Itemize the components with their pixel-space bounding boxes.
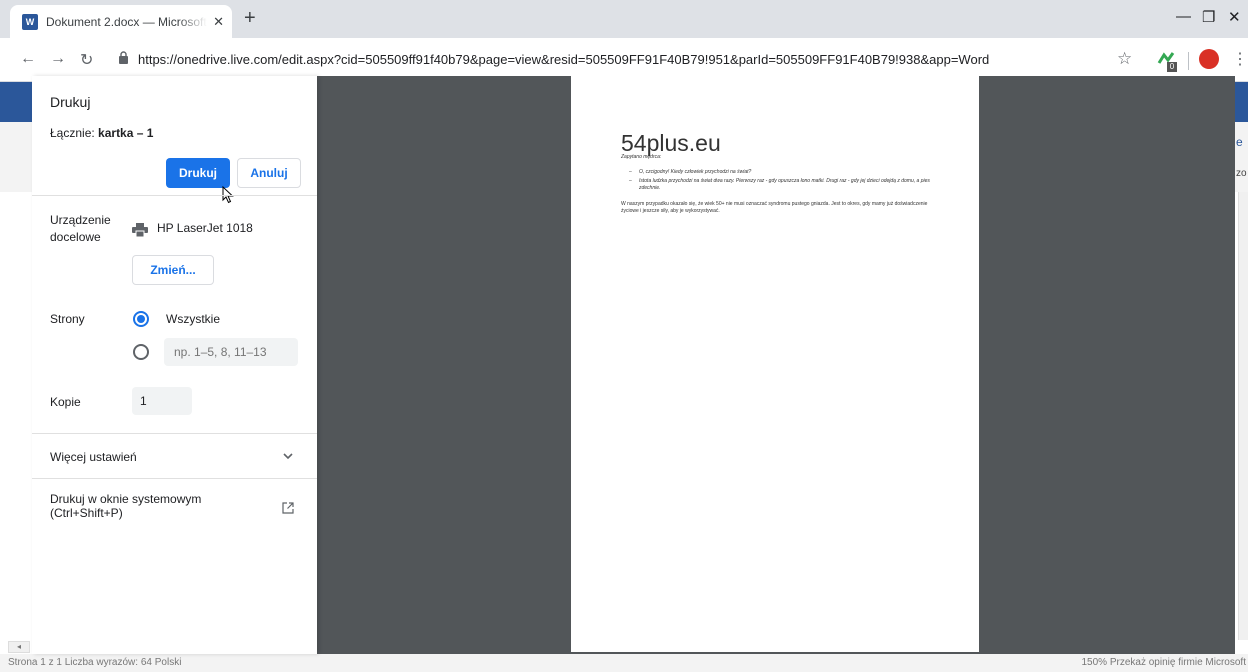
sheet-total: Łącznie: kartka – 1 (50, 126, 153, 140)
pages-all-radio[interactable] (133, 311, 149, 327)
status-right[interactable]: 150% Przekaż opinię firmie Microsoft (1081, 657, 1246, 668)
chevron-down-icon (283, 453, 293, 460)
profile-avatar[interactable] (1199, 49, 1219, 69)
address-bar[interactable]: https://onedrive.live.com/edit.aspx?cid=… (138, 52, 989, 67)
word-favicon-icon: W (22, 13, 38, 30)
printer-icon (132, 223, 148, 237)
document-title: 54plus.eu (621, 130, 721, 156)
document-paragraph: W naszym przypadku okazało się, że wiek … (621, 201, 928, 214)
system-dialog-label: Drukuj w oknie systemowym (Ctrl+Shift+P) (50, 492, 202, 520)
forward-icon[interactable]: → (50, 50, 66, 68)
new-tab-icon[interactable]: + (244, 7, 256, 30)
restore-icon[interactable]: ❐ (1202, 8, 1215, 26)
tab-close-icon[interactable]: ✕ (213, 14, 224, 30)
word-status-bar: Strona 1 z 1 Liczba wyrazów: 64 Polski 1… (0, 654, 1248, 672)
more-settings-label: Więcej ustawień (50, 450, 137, 464)
total-value: kartka – 1 (98, 126, 154, 140)
total-label: Łącznie: (50, 126, 95, 140)
change-printer-button[interactable]: Zmień... (132, 255, 214, 285)
copies-input[interactable] (132, 387, 192, 415)
bookmark-star-icon[interactable]: ☆ (1117, 49, 1132, 69)
pages-label: Strony (50, 312, 85, 326)
copies-label: Kopie (50, 395, 81, 409)
toolbar-fragment-2: zo (1236, 168, 1247, 179)
print-dialog-title: Drukuj (50, 94, 91, 110)
list-item: O, czcigodny! Kiedy człowiek przychodzi … (629, 169, 939, 176)
tab-strip: W Dokument 2.docx — Microsoft W ✕ + — ❐ … (0, 0, 1248, 38)
printer-name: HP LaserJet 1018 (157, 221, 253, 235)
pages-all-label[interactable]: Wszystkie (166, 312, 220, 326)
back-icon[interactable]: ← (20, 50, 36, 68)
list-item: Istota ludzka przychodzi na świat dwa ra… (629, 178, 939, 192)
status-left: Strona 1 z 1 Liczba wyrazów: 64 Polski (8, 657, 182, 668)
destination-label: Urządzenie docelowe (50, 213, 111, 244)
toolbar-separator (1188, 52, 1189, 70)
scroll-left-icon[interactable]: ◂ (8, 641, 30, 653)
extension-badge: 0 (1167, 62, 1177, 72)
print-preview-area: 54plus.eu Zapytano mędrca: O, czcigodny!… (317, 76, 1235, 654)
pages-custom-radio[interactable] (133, 344, 149, 360)
vertical-scrollbar[interactable] (1238, 192, 1248, 640)
tab-title: Dokument 2.docx — Microsoft W (46, 14, 208, 29)
print-settings-panel: Drukuj Łącznie: kartka – 1 Drukuj Anuluj… (32, 76, 317, 654)
open-external-icon (282, 502, 294, 514)
preview-page: 54plus.eu Zapytano mędrca: O, czcigodny!… (571, 76, 979, 652)
cancel-button[interactable]: Anuluj (237, 158, 301, 188)
minimize-icon[interactable]: — (1176, 8, 1191, 25)
pages-custom-input[interactable] (164, 338, 298, 366)
print-button[interactable]: Drukuj (166, 158, 230, 188)
document-subtitle: Zapytano mędrca: (621, 154, 662, 160)
reload-icon[interactable]: ↻ (80, 50, 93, 70)
system-dialog-link[interactable]: Drukuj w oknie systemowym (Ctrl+Shift+P) (32, 478, 317, 534)
more-settings-toggle[interactable]: Więcej ustawień (32, 434, 317, 478)
browser-tab[interactable]: W Dokument 2.docx — Microsoft W ✕ (10, 5, 232, 38)
document-bullets: O, czcigodny! Kiedy człowiek przychodzi … (629, 169, 939, 194)
browser-menu-icon[interactable]: ⋮ (1232, 49, 1248, 69)
lock-icon (119, 51, 128, 64)
divider (32, 195, 317, 196)
window-close-icon[interactable]: ✕ (1228, 8, 1241, 26)
toolbar-fragment: e (1236, 135, 1243, 149)
